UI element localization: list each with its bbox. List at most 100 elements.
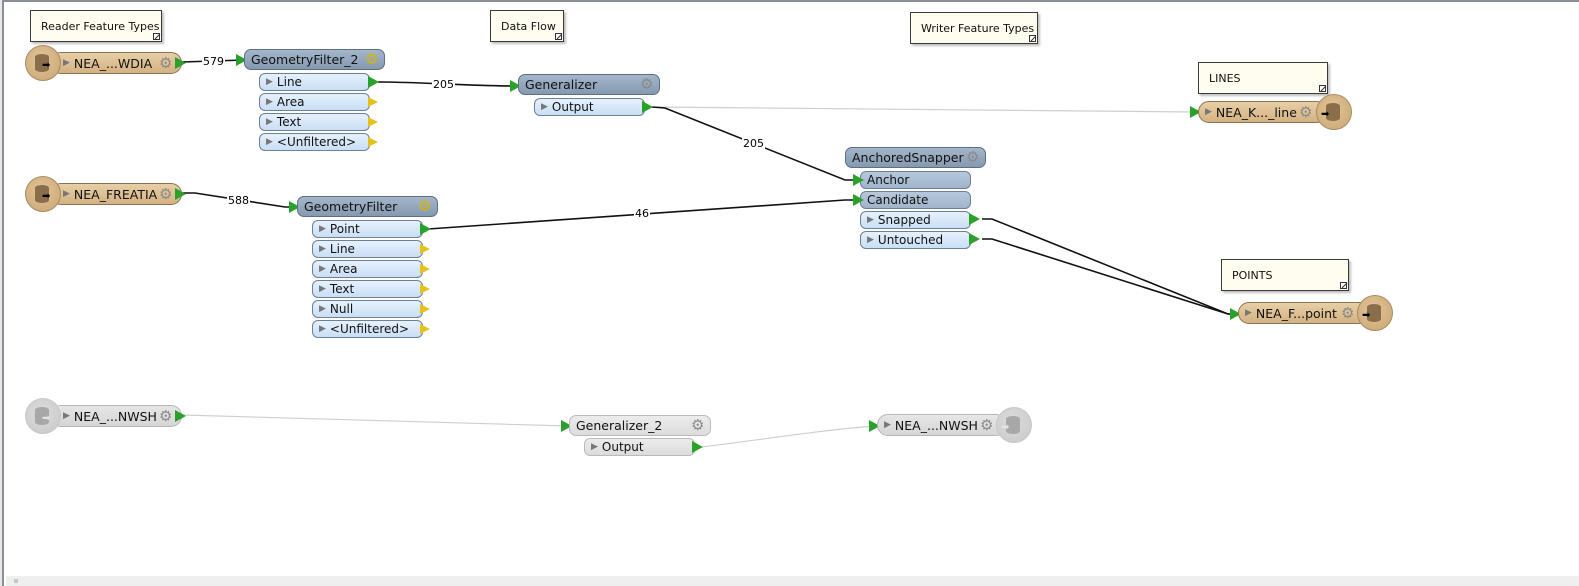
transformer-generalizer[interactable]: Generalizer ⚙ (518, 74, 660, 95)
expand-arrow-icon[interactable]: ▶ (1245, 308, 1252, 318)
reader-feature-type-wdia[interactable]: ▶ NEA_...WDIA ⚙ (50, 52, 186, 74)
output-port-icon[interactable] (969, 213, 980, 225)
output-port-line[interactable]: ▶ Line (312, 240, 423, 258)
output-port-icon[interactable] (175, 188, 186, 200)
transformer-generalizer-2[interactable]: Generalizer_2 ⚙ (569, 415, 711, 436)
transformer-name: GeometryFilter_2 (251, 52, 359, 67)
transformer-geometryfilter-2[interactable]: GeometryFilter_2 ⚙ (244, 49, 385, 70)
input-port-anchor[interactable]: Anchor (860, 171, 971, 189)
input-port-icon[interactable] (853, 194, 864, 206)
gear-icon[interactable]: ⚙ (365, 52, 378, 67)
reader-database-icon: ➡ (25, 45, 61, 81)
feature-count-label: 205 (432, 78, 455, 91)
unconnected-port-icon[interactable] (420, 304, 430, 314)
output-port-snapped[interactable]: ▶ Snapped (860, 211, 971, 229)
output-port-null[interactable]: ▶ Null (312, 300, 423, 318)
expand-arrow-icon[interactable]: ▶ (63, 411, 70, 421)
gear-icon[interactable]: ⚙ (418, 199, 431, 214)
connection-snapped-writer-points[interactable] (982, 218, 1240, 315)
annotation-writer-feature-types[interactable]: Writer Feature Types (910, 12, 1038, 44)
connection-generalizer-writer-lines[interactable] (651, 106, 1196, 113)
resize-handle[interactable] (1029, 35, 1036, 42)
writer-feature-type-nwsh[interactable]: ▶ NEA_...NWSH ⚙ (877, 414, 1007, 436)
unconnected-port-icon[interactable] (420, 264, 430, 274)
reader-label: NEA_FREATIA (73, 186, 158, 202)
reader-label: NEA_...WDIA (73, 55, 153, 71)
resize-handle[interactable] (555, 33, 562, 40)
input-port-icon[interactable] (853, 174, 864, 186)
gear-icon[interactable]: ⚙ (159, 56, 172, 71)
expand-arrow-icon[interactable]: ▶ (884, 420, 891, 430)
annotation-data-flow[interactable]: Data Flow (490, 10, 564, 42)
reader-database-icon: ➡ (25, 398, 61, 434)
output-port-area[interactable]: ▶ Area (259, 93, 370, 111)
transformer-anchoredsnapper[interactable]: AnchoredSnapper ⚙ (845, 147, 986, 168)
unconnected-port-icon[interactable] (368, 117, 378, 127)
annotation-lines[interactable]: LINES (1198, 62, 1328, 94)
expand-arrow-icon[interactable]: ▶ (63, 189, 70, 199)
writer-label: NEA_F...point (1255, 305, 1337, 321)
gear-icon[interactable]: ⚙ (966, 150, 979, 165)
gear-icon[interactable]: ⚙ (1341, 306, 1354, 321)
annotation-reader-feature-types[interactable]: Reader Feature Types (30, 10, 162, 42)
output-port-icon[interactable] (692, 441, 703, 453)
output-port-untouched[interactable]: ▶ Untouched (860, 231, 971, 249)
output-port-text[interactable]: ▶ Text (312, 280, 423, 298)
output-port-icon[interactable] (969, 233, 980, 245)
writer-label: NEA_K..._line (1215, 104, 1297, 120)
feature-count-label: 588 (227, 194, 250, 207)
reader-database-icon: ➡ (25, 176, 61, 212)
output-port-line[interactable]: ▶ Line (259, 73, 370, 91)
feature-count-label: 579 (202, 55, 225, 68)
gear-icon[interactable]: ⚙ (1299, 105, 1312, 120)
gear-icon[interactable]: ⚙ (159, 187, 172, 202)
annotation-text: Writer Feature Types (921, 21, 1035, 35)
feature-count-label: 205 (742, 137, 765, 150)
output-port-unfiltered[interactable]: ▶ <Unfiltered> (312, 320, 423, 338)
transformer-name: AnchoredSnapper (852, 150, 964, 165)
gear-icon[interactable]: ⚙ (640, 77, 653, 92)
output-port-unfiltered[interactable]: ▶ <Unfiltered> (259, 133, 370, 151)
gear-icon[interactable]: ⚙ (980, 418, 993, 433)
workspace-canvas[interactable]: 579 205 205 588 46 Reader Feature Types … (0, 0, 1579, 586)
unconnected-port-icon[interactable] (420, 324, 430, 334)
output-port-text[interactable]: ▶ Text (259, 113, 370, 131)
output-port-icon[interactable] (175, 57, 186, 69)
unconnected-port-icon[interactable] (368, 97, 378, 107)
transformer-geometryfilter[interactable]: GeometryFilter ⚙ (297, 196, 438, 217)
writer-database-icon: ➡ (996, 407, 1032, 443)
annotation-points[interactable]: POINTS (1221, 259, 1349, 291)
input-port-candidate[interactable]: Candidate (860, 191, 971, 209)
writer-database-icon: ➡ (1316, 94, 1352, 130)
unconnected-port-icon[interactable] (420, 284, 430, 294)
writer-feature-type-line[interactable]: ▶ NEA_K..._line ⚙ (1198, 101, 1328, 123)
transformer-name: Generalizer (525, 77, 598, 92)
resize-handle[interactable] (1319, 85, 1326, 92)
output-port-icon[interactable] (642, 101, 653, 113)
reader-feature-type-freatia[interactable]: ▶ NEA_FREATIA ⚙ (50, 183, 186, 205)
writer-feature-type-point[interactable]: ▶ NEA_F...point ⚙ (1238, 302, 1370, 324)
gear-icon[interactable]: ⚙ (159, 409, 172, 424)
annotation-text: Reader Feature Types (41, 19, 160, 33)
output-port-icon[interactable] (420, 223, 431, 235)
gear-icon[interactable]: ⚙ (691, 418, 704, 433)
resize-handle[interactable] (1340, 282, 1347, 289)
annotation-text: POINTS (1232, 268, 1273, 282)
reader-feature-type-nwsh[interactable]: ▶ NEA_...NWSH ⚙ (50, 405, 186, 427)
connection-layer (181, 59, 1240, 448)
output-port-output[interactable]: ▶ Output (534, 98, 645, 116)
expand-arrow-icon[interactable]: ▶ (1205, 107, 1212, 117)
unconnected-port-icon[interactable] (420, 244, 430, 254)
output-port-point[interactable]: ▶ Point (312, 220, 423, 238)
reader-label: NEA_...NWSH (73, 408, 157, 424)
connection-nwsh-generalizer2[interactable] (181, 414, 569, 427)
resize-handle[interactable] (153, 33, 160, 40)
output-port-output[interactable]: ▶ Output (584, 438, 695, 456)
unconnected-port-icon[interactable] (368, 137, 378, 147)
annotation-text: Data Flow (501, 19, 556, 33)
expand-arrow-icon[interactable]: ▶ (63, 58, 70, 68)
output-port-icon[interactable] (175, 410, 186, 422)
connection-generalizer2-writer-nwsh[interactable] (701, 425, 877, 448)
output-port-icon[interactable] (368, 76, 379, 88)
output-port-area[interactable]: ▶ Area (312, 260, 423, 278)
